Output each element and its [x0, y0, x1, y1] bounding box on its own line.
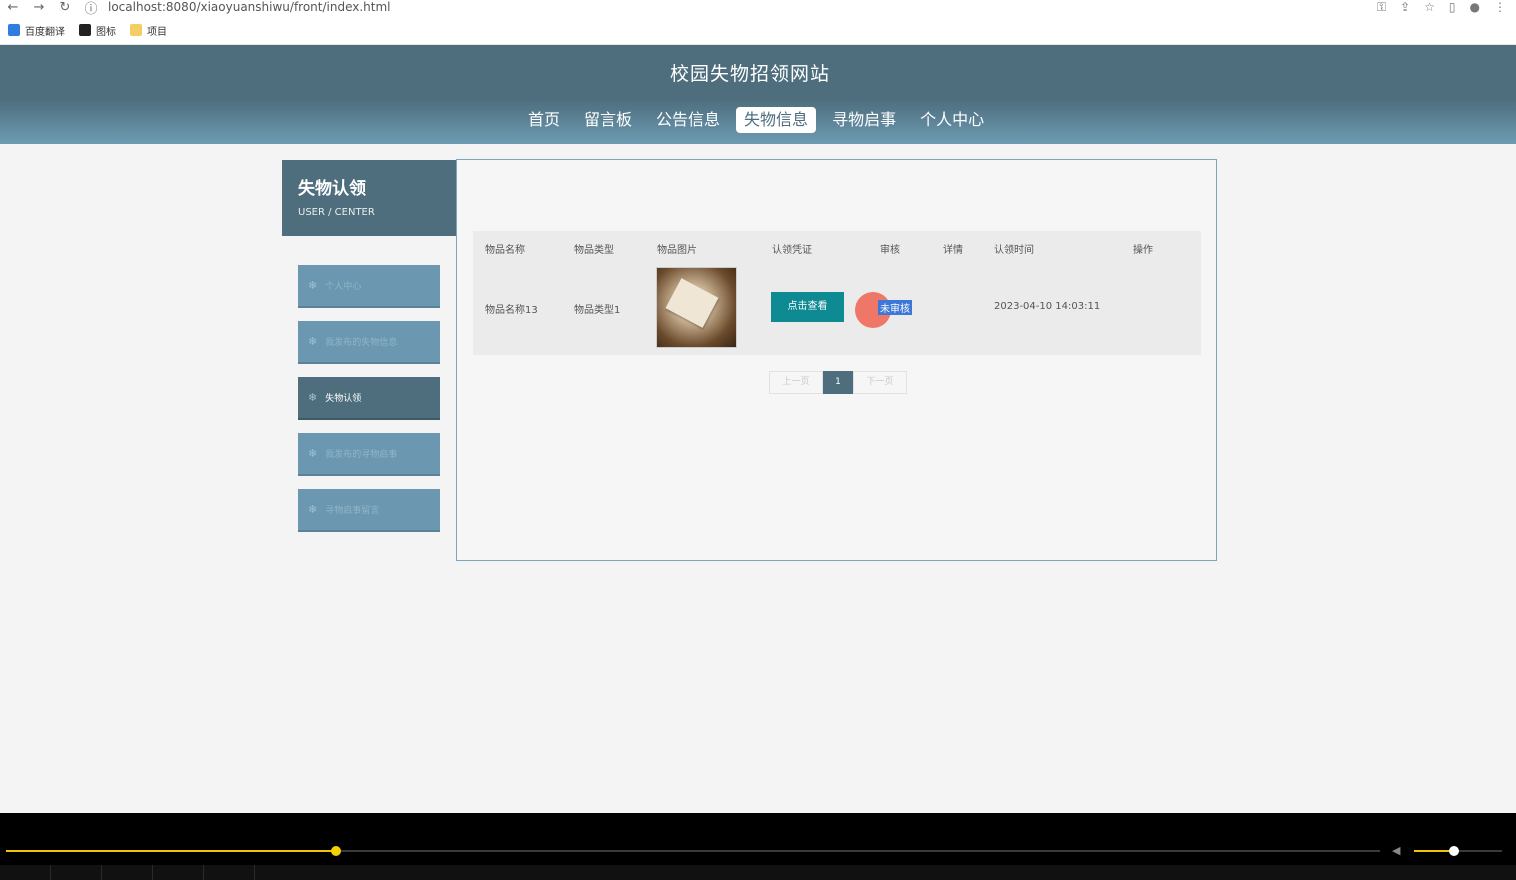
volume-knob[interactable] [1448, 846, 1459, 856]
url-text[interactable]: localhost:8080/xiaoyuanshiwu/front/index… [108, 0, 391, 14]
sidebar-item-claims[interactable]: ❄ 失物认领 [298, 377, 440, 420]
info-icon[interactable]: ⓘ [78, 0, 104, 17]
browser-toolbar: ← → ↻ ⓘ localhost:8080/xiaoyuanshiwu/fro… [0, 0, 1516, 17]
nav-search-notices[interactable]: 寻物启事 [824, 107, 904, 133]
volume-slider[interactable] [1414, 846, 1502, 856]
sidebar-item-notice-comments[interactable]: ❄ 寻物启事留言 [298, 489, 440, 532]
volume-level [1414, 850, 1454, 852]
column-header: 认领时间 [994, 245, 1034, 256]
item-name-cell: 物品名称13 [485, 305, 538, 316]
sidebar-item-my-search-notices[interactable]: ❄ 我发布的寻物启事 [298, 433, 440, 476]
back-icon[interactable]: ← [0, 0, 26, 15]
video-player-bar: ◀ [0, 813, 1516, 880]
seek-bar[interactable] [6, 846, 1380, 856]
sidebar-header: 失物认领 USER / CENTER [282, 160, 457, 236]
bookmark-baidu-translate[interactable]: 百度翻译 [8, 23, 65, 38]
sidebar-item-my-lost-items[interactable]: ❄ 我发布的失物信息 [298, 321, 440, 364]
snowflake-icon: ❄ [308, 279, 318, 292]
view-voucher-button[interactable]: 点击查看 [771, 292, 844, 322]
image-icon [79, 24, 91, 36]
forward-icon[interactable]: → [26, 0, 52, 15]
nav-announcements[interactable]: 公告信息 [648, 107, 728, 133]
bookmarks-bar: 百度翻译 图标 项目 [0, 16, 1516, 45]
claims-table: 物品名称 物品类型 物品图片 认领凭证 审核 详情 认领时间 操作 物品名称13… [473, 231, 1201, 355]
column-header: 详情 [943, 245, 963, 256]
player-strip [0, 865, 1516, 880]
more-icon[interactable]: ⋮ [1494, 0, 1506, 15]
nav-home[interactable]: 首页 [520, 107, 568, 133]
nav-lost-items[interactable]: 失物信息 [736, 107, 817, 133]
column-header: 物品名称 [485, 245, 525, 256]
snowflake-icon: ❄ [308, 391, 318, 404]
main-nav: 首页 留言板 公告信息 失物信息 寻物启事 个人中心 [520, 107, 992, 133]
column-header: 认领凭证 [772, 245, 812, 256]
column-header: 审核 [880, 245, 900, 256]
star-icon[interactable]: ☆ [1424, 0, 1435, 15]
volume-icon[interactable]: ◀ [1392, 844, 1400, 857]
snowflake-icon: ❄ [308, 447, 318, 460]
item-type-cell: 物品类型1 [574, 305, 621, 316]
sidebar-menu: ❄ 个人中心 ❄ 我发布的失物信息 ❄ 失物认领 ❄ 我发布的寻物启事 ❄ 寻物… [298, 265, 440, 545]
site-header: 校园失物招领网站 首页 留言板 公告信息 失物信息 寻物启事 个人中心 [0, 45, 1516, 144]
folder-icon [130, 24, 142, 36]
translate-icon [8, 24, 20, 36]
profile-icon[interactable]: ● [1470, 0, 1480, 15]
next-page-button[interactable]: 下一页 [853, 371, 907, 394]
item-image [656, 267, 737, 348]
page-number-current[interactable]: 1 [823, 371, 853, 394]
snowflake-icon: ❄ [308, 335, 318, 348]
claim-time-cell: 2023-04-10 14:03:11 [994, 301, 1101, 312]
column-header: 物品图片 [657, 245, 697, 256]
column-header: 操作 [1133, 245, 1153, 256]
bookmark-projects[interactable]: 项目 [130, 23, 167, 38]
nav-message-board[interactable]: 留言板 [576, 107, 640, 133]
reload-icon[interactable]: ↻ [52, 0, 78, 15]
prev-page-button[interactable]: 上一页 [769, 371, 823, 394]
nav-user-center[interactable]: 个人中心 [912, 107, 992, 133]
seek-knob[interactable] [330, 846, 341, 856]
sidebar-subtitle: USER / CENTER [298, 207, 375, 218]
column-header: 物品类型 [574, 245, 614, 256]
snowflake-icon: ❄ [308, 503, 318, 516]
address-bar: ← → ↻ ⓘ localhost:8080/xiaoyuanshiwu/fro… [0, 0, 1516, 17]
sidebar-title: 失物认领 [298, 179, 366, 199]
review-status[interactable]: 未审核 [878, 300, 912, 315]
sidebar-item-user-center[interactable]: ❄ 个人中心 [298, 265, 440, 308]
seek-progress [6, 850, 336, 852]
pagination: 上一页 1 下一页 [769, 371, 907, 394]
content-panel: 物品名称 物品类型 物品图片 认领凭证 审核 详情 认领时间 操作 物品名称13… [456, 159, 1217, 561]
site-title: 校园失物招领网站 [669, 63, 830, 85]
key-icon[interactable]: ⚿ [1377, 0, 1386, 15]
bookmark-icons[interactable]: 图标 [79, 23, 116, 38]
sidepanel-icon[interactable]: ▯ [1449, 0, 1456, 15]
share-icon[interactable]: ⇪ [1400, 0, 1410, 15]
